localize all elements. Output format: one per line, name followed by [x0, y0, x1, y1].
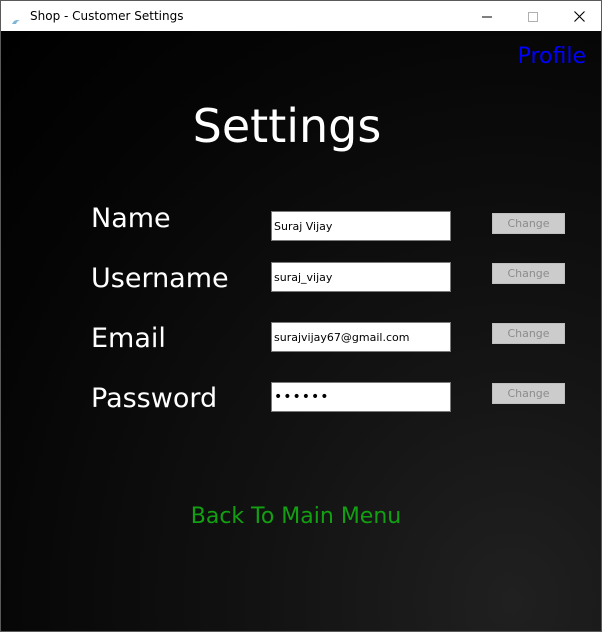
username-label: Username: [91, 263, 229, 294]
change-password-button[interactable]: Change: [492, 383, 565, 404]
maximize-icon: [528, 7, 538, 26]
minimize-button[interactable]: [464, 1, 510, 31]
change-email-button[interactable]: Change: [492, 323, 565, 344]
profile-link[interactable]: Profile: [518, 44, 586, 69]
app-icon: [11, 11, 21, 24]
password-label: Password: [91, 383, 218, 414]
change-name-button[interactable]: Change: [492, 213, 565, 234]
app-window: Shop - Customer Settings Profile Setting…: [0, 0, 602, 632]
close-icon: [573, 7, 585, 26]
email-field[interactable]: [271, 322, 451, 352]
settings-panel: Profile Settings Name Change Username Ch…: [1, 31, 601, 631]
username-field[interactable]: [271, 262, 451, 292]
name-label: Name: [91, 203, 171, 234]
close-button[interactable]: [556, 1, 602, 31]
page-title: Settings: [192, 99, 382, 153]
back-to-main-menu-link[interactable]: Back To Main Menu: [1, 504, 591, 529]
email-label: Email: [91, 323, 166, 354]
window-title: Shop - Customer Settings: [30, 9, 184, 23]
password-field[interactable]: [271, 382, 451, 412]
title-bar[interactable]: Shop - Customer Settings: [1, 1, 601, 31]
maximize-button[interactable]: [510, 1, 556, 31]
minimize-icon: [482, 7, 492, 26]
name-field[interactable]: [271, 211, 451, 241]
change-username-button[interactable]: Change: [492, 263, 565, 284]
